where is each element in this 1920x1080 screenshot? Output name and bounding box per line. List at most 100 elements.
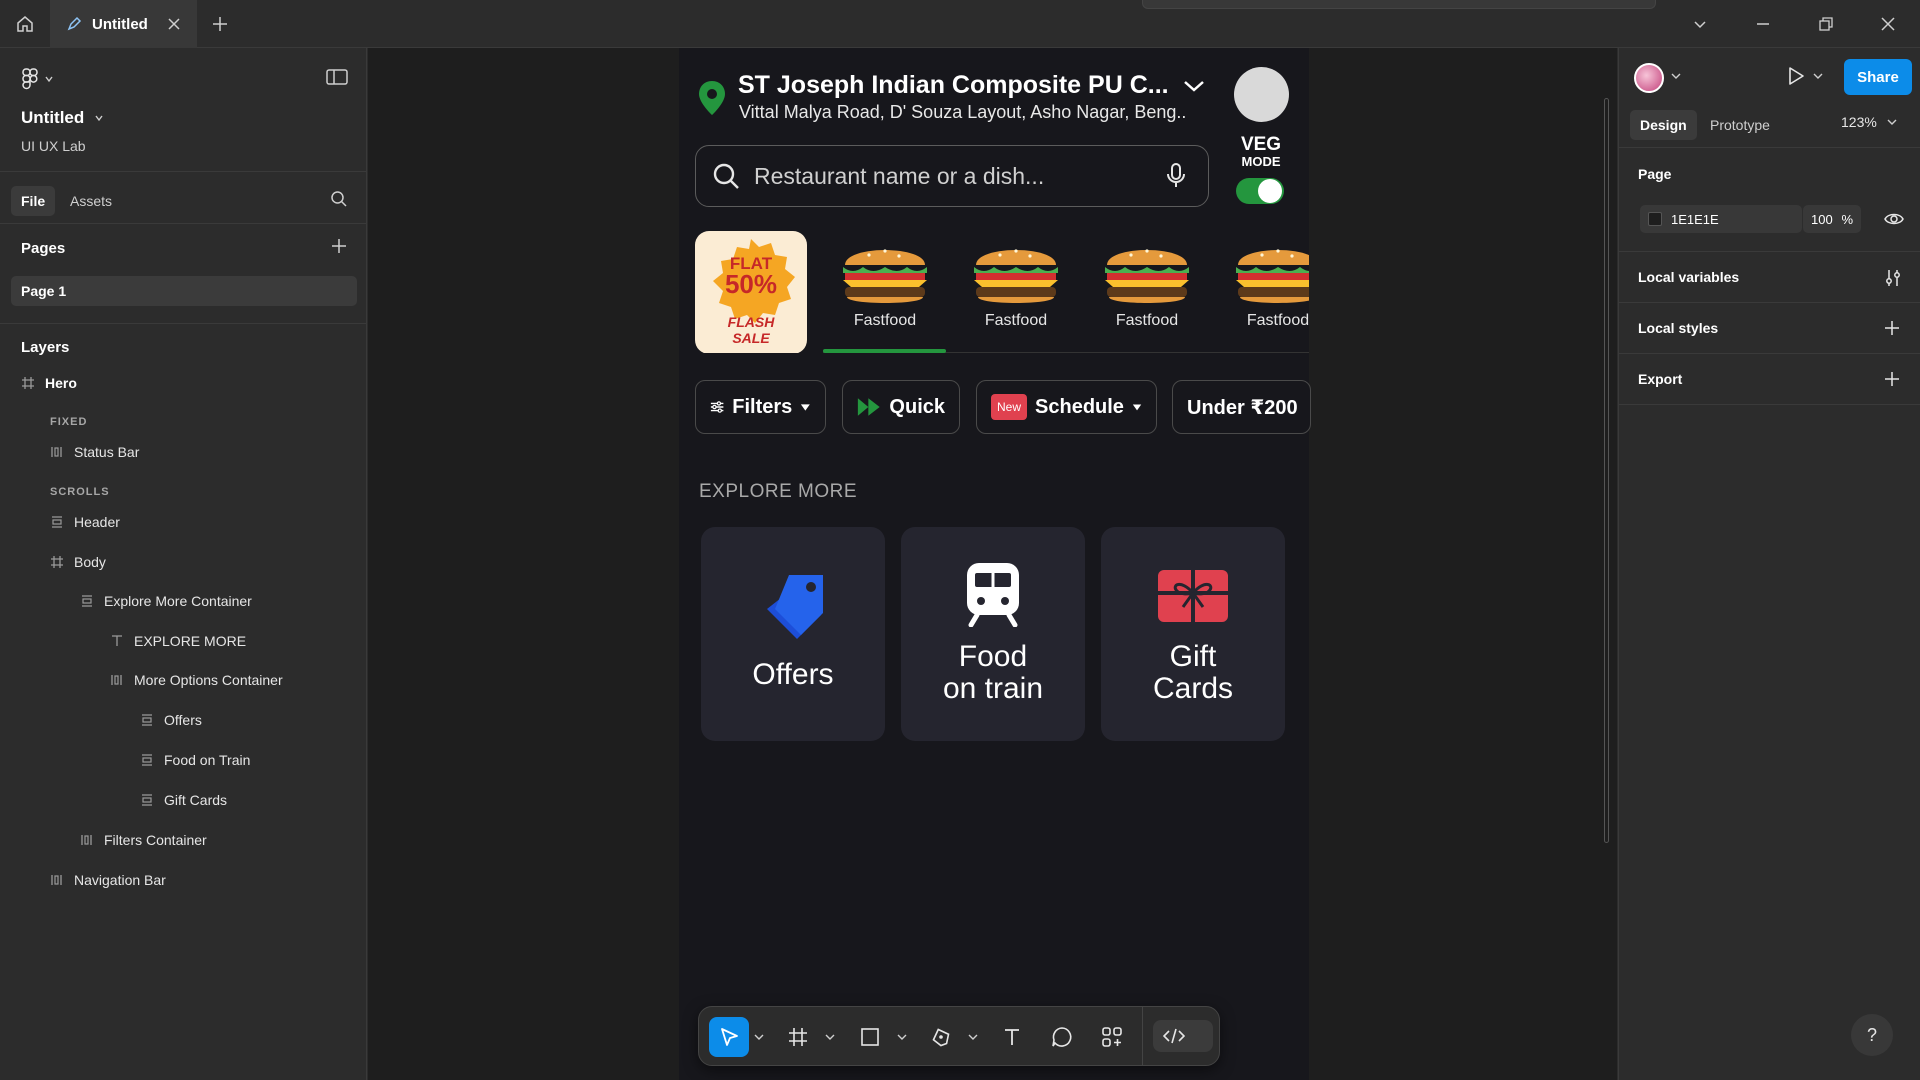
- category-active-indicator: [823, 349, 946, 353]
- zoom-level: 123%: [1841, 114, 1877, 130]
- canvas[interactable]: ST Joseph Indian Composite PU C... Vitta…: [368, 48, 1617, 1080]
- rectangle-tool-button[interactable]: [855, 1017, 885, 1057]
- profile-avatar[interactable]: [1234, 67, 1289, 122]
- eye-icon[interactable]: [1884, 211, 1904, 227]
- layer-item[interactable]: Food on Train: [140, 749, 250, 771]
- close-icon[interactable]: [167, 17, 181, 31]
- search-input[interactable]: Restaurant name or a dish...: [695, 145, 1209, 207]
- price-tag-icon: [767, 575, 823, 639]
- layer-item[interactable]: Hero: [21, 372, 77, 394]
- title-search-bar[interactable]: [1142, 0, 1656, 9]
- home-button[interactable]: [0, 0, 50, 48]
- restore-button[interactable]: [1814, 12, 1838, 36]
- share-button[interactable]: Share: [1844, 59, 1912, 95]
- gift-cards-card[interactable]: Gift Cards: [1101, 527, 1285, 741]
- hero-frame[interactable]: ST Joseph Indian Composite PU C... Vitta…: [679, 48, 1311, 1080]
- frame-tool-button[interactable]: [783, 1017, 813, 1057]
- layer-label: Hero: [45, 375, 77, 391]
- tab-assets[interactable]: Assets: [60, 186, 122, 216]
- pages-section: Pages Page 1: [0, 224, 367, 324]
- present-button[interactable]: [1787, 66, 1823, 86]
- offers-card[interactable]: Offers: [701, 527, 885, 741]
- text-tool-button[interactable]: [997, 1017, 1027, 1057]
- layer-item[interactable]: Header: [50, 511, 120, 533]
- help-button[interactable]: ?: [1851, 1014, 1893, 1056]
- new-tab-button[interactable]: [208, 12, 232, 36]
- page-opacity-field[interactable]: 100 %: [1803, 205, 1861, 233]
- file-tab-title: Untitled: [92, 15, 148, 33]
- chevron-down-button[interactable]: [1688, 12, 1712, 36]
- flash-sale-card[interactable]: FLAT 50% FLASH SALE: [695, 231, 807, 353]
- horizontal-layout-icon: [50, 445, 64, 459]
- category-item[interactable]: Fastfood: [1216, 231, 1309, 353]
- category-item[interactable]: Fastfood: [954, 231, 1078, 353]
- burger-icon: [1101, 235, 1193, 309]
- minimize-button[interactable]: [1751, 12, 1775, 36]
- pen-tool-button[interactable]: [926, 1017, 956, 1057]
- plus-icon[interactable]: [1884, 320, 1900, 336]
- dev-mode-toggle[interactable]: [1153, 1020, 1213, 1052]
- chevron-down-icon[interactable]: [825, 1033, 835, 1041]
- vertical-layout-icon: [80, 594, 94, 608]
- tab-design[interactable]: Design: [1630, 110, 1697, 140]
- canvas-scrollbar[interactable]: [1604, 98, 1609, 843]
- quick-chip[interactable]: Quick: [842, 380, 960, 434]
- search-layers-button[interactable]: [330, 190, 348, 208]
- page-color-field[interactable]: 1E1E1E: [1640, 205, 1802, 233]
- tab-file[interactable]: File: [11, 186, 56, 216]
- chevron-down-icon[interactable]: [754, 1033, 764, 1041]
- chevron-down-icon[interactable]: [1671, 72, 1681, 80]
- layer-item[interactable]: Navigation Bar: [50, 869, 166, 891]
- veg-mode-toggle[interactable]: [1236, 178, 1284, 204]
- main-menu-button[interactable]: [22, 68, 54, 90]
- layer-item[interactable]: Offers: [140, 709, 202, 731]
- train-icon-wrap: [901, 561, 1085, 627]
- layer-item[interactable]: EXPLORE MORE: [110, 630, 246, 652]
- left-tabs: File Assets: [0, 172, 367, 224]
- category-item[interactable]: Fastfood: [823, 231, 947, 353]
- tab-prototype[interactable]: Prototype: [1700, 110, 1780, 140]
- layer-item[interactable]: Filters Container: [80, 829, 207, 851]
- layer-item[interactable]: More Options Container: [110, 669, 283, 691]
- chevron-down-icon: [1887, 119, 1897, 125]
- layer-item[interactable]: Body: [50, 551, 106, 573]
- variables-settings-icon[interactable]: [1884, 269, 1902, 287]
- plus-icon: [332, 239, 346, 253]
- chevron-down-icon[interactable]: [968, 1033, 978, 1041]
- actions-tool-button[interactable]: [1097, 1017, 1127, 1057]
- category-item[interactable]: Fastfood: [1085, 231, 1209, 353]
- schedule-chip[interactable]: New Schedule: [976, 380, 1157, 434]
- user-avatar[interactable]: [1634, 63, 1664, 93]
- location-title[interactable]: ST Joseph Indian Composite PU C...: [738, 71, 1205, 100]
- layer-item[interactable]: Gift Cards: [140, 789, 227, 811]
- layer-label: Gift Cards: [164, 792, 228, 808]
- export-section[interactable]: Export: [1619, 354, 1920, 405]
- comment-tool-button[interactable]: [1047, 1017, 1077, 1057]
- under-200-chip[interactable]: Under ₹200: [1172, 380, 1311, 434]
- layer-item[interactable]: Status Bar: [50, 441, 139, 463]
- plus-icon[interactable]: [1884, 371, 1900, 387]
- chevron-down-icon[interactable]: [897, 1033, 907, 1041]
- file-tab[interactable]: Untitled: [50, 0, 197, 48]
- layer-item[interactable]: Explore More Container: [80, 590, 252, 612]
- filters-chip[interactable]: Filters: [695, 380, 826, 434]
- chevron-down-icon[interactable]: [1813, 72, 1823, 80]
- microphone-icon[interactable]: [1166, 163, 1186, 189]
- add-page-button[interactable]: [331, 238, 347, 254]
- page-item-page-1[interactable]: Page 1: [11, 276, 357, 306]
- frame-icon: [789, 1028, 807, 1046]
- layer-label: Filters Container: [104, 832, 207, 848]
- close-window-button[interactable]: [1876, 12, 1900, 36]
- sidebar-toggle-button[interactable]: [326, 68, 348, 86]
- schedule-label: Schedule: [1035, 395, 1124, 418]
- burger-icon: [839, 235, 931, 309]
- minimize-icon: [1757, 23, 1769, 25]
- local-styles-section[interactable]: Local styles: [1619, 303, 1920, 354]
- color-swatch[interactable]: [1648, 212, 1662, 226]
- file-name[interactable]: Untitled: [21, 108, 104, 128]
- move-tool-button[interactable]: [709, 1017, 749, 1057]
- zoom-menu[interactable]: 123%: [1841, 114, 1897, 130]
- food-on-train-card[interactable]: Food on train: [901, 527, 1085, 741]
- local-variables-section[interactable]: Local variables: [1619, 252, 1920, 303]
- caret-down-icon: [801, 404, 811, 411]
